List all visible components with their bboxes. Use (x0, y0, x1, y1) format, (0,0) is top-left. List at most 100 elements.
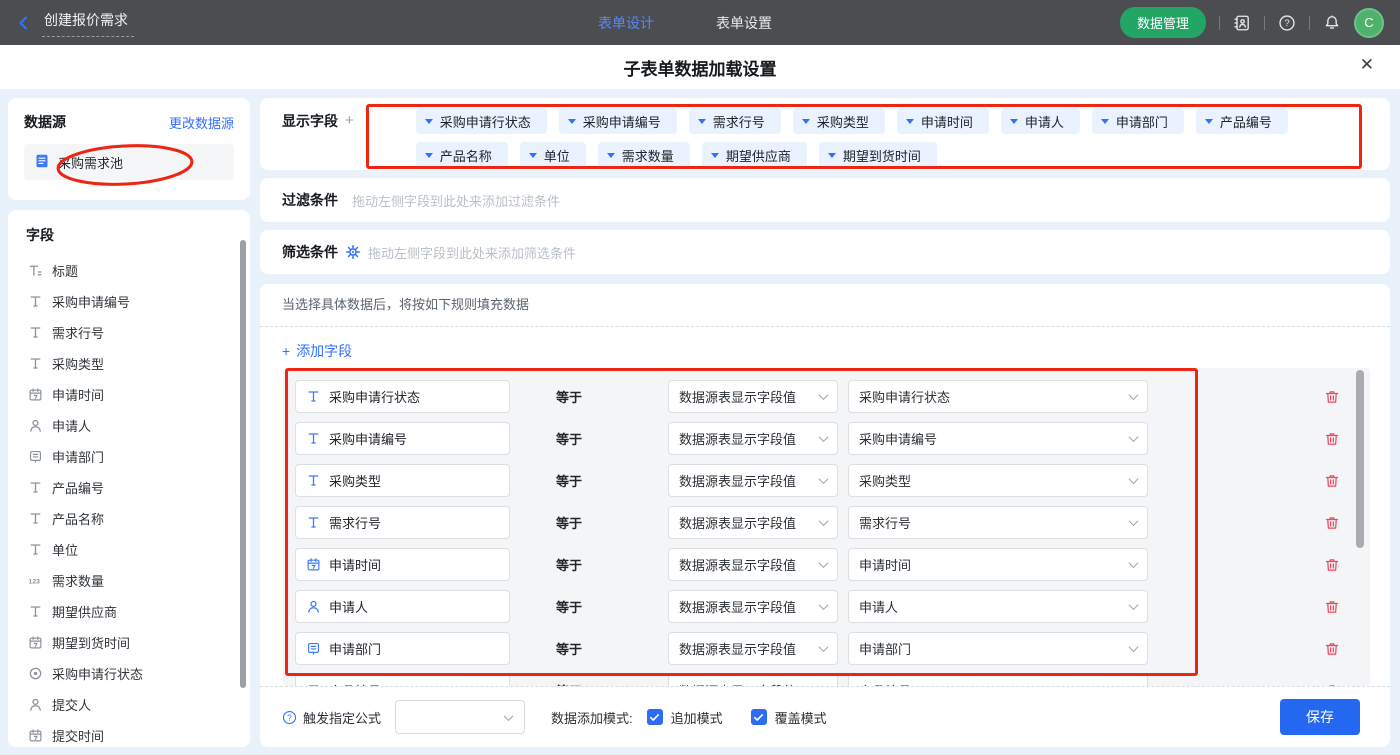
rules-scrollbar[interactable] (1356, 370, 1364, 548)
rule-target-select[interactable]: 采购申请行状态 (848, 380, 1148, 413)
append-mode-label[interactable]: 追加模式 (671, 708, 723, 727)
delete-icon[interactable] (1324, 641, 1342, 657)
delete-icon[interactable] (1324, 473, 1342, 489)
field-item[interactable]: 单位 (8, 534, 250, 565)
field-item[interactable]: 产品名称 (8, 503, 250, 534)
chevron-down-icon[interactable] (607, 153, 615, 158)
back-icon[interactable] (16, 15, 32, 31)
rule-target-select[interactable]: 申请时间 (848, 548, 1148, 581)
field-chip[interactable]: 采购申请行状态 (416, 108, 547, 134)
save-button[interactable]: 保存 (1280, 699, 1360, 735)
chevron-down-icon[interactable] (1101, 119, 1109, 124)
rule-target-select[interactable]: 需求行号 (848, 506, 1148, 539)
field-item[interactable]: 产品编号 (8, 472, 250, 503)
rule-source-select[interactable]: 数据源表显示字段值 (668, 674, 838, 686)
field-item[interactable]: 申请人 (8, 410, 250, 441)
chevron-down-icon[interactable] (1010, 119, 1018, 124)
field-item[interactable]: 采购申请编号 (8, 286, 250, 317)
data-manage-button[interactable]: 数据管理 (1120, 7, 1206, 38)
close-icon[interactable]: ✕ (1360, 55, 1374, 75)
field-chip[interactable]: 需求行号 (689, 108, 781, 134)
rule-field-box[interactable]: 申请时间 (295, 548, 510, 581)
append-mode-checkbox[interactable] (647, 709, 663, 725)
field-item[interactable]: 标题 (8, 255, 250, 286)
field-item[interactable]: 提交时间 (8, 720, 250, 747)
rule-source-select[interactable]: 数据源表显示字段值 (668, 380, 838, 413)
field-chip[interactable]: 单位 (520, 142, 586, 168)
rule-source-select[interactable]: 数据源表显示字段值 (668, 548, 838, 581)
change-datasource-link[interactable]: 更改数据源 (169, 113, 234, 132)
field-chip[interactable]: 需求数量 (598, 142, 690, 168)
field-item[interactable]: 采购类型 (8, 348, 250, 379)
delete-icon[interactable] (1324, 389, 1342, 405)
chevron-down-icon[interactable] (698, 119, 706, 124)
rule-field-box[interactable]: 采购类型 (295, 464, 510, 497)
add-field-button[interactable]: + 添加字段 (282, 341, 352, 361)
chevron-down-icon[interactable] (529, 153, 537, 158)
delete-icon[interactable] (1324, 515, 1342, 531)
rule-field-box[interactable]: 申请人 (295, 590, 510, 623)
chevron-down-icon[interactable] (425, 153, 433, 158)
help-icon[interactable]: ? (1278, 14, 1296, 32)
field-item[interactable]: 申请部门 (8, 441, 250, 472)
chevron-down-icon[interactable] (568, 119, 576, 124)
chevron-down-icon[interactable] (711, 153, 719, 158)
field-chip[interactable]: 采购类型 (793, 108, 885, 134)
svg-text:?: ? (287, 713, 292, 722)
field-chip[interactable]: 期望到货时间 (819, 142, 937, 168)
tab-form-design[interactable]: 表单设计 (598, 13, 654, 33)
gear-icon[interactable] (346, 245, 360, 259)
field-item[interactable]: 采购申请行状态 (8, 658, 250, 689)
field-item[interactable]: 需求行号 (8, 317, 250, 348)
rule-source-select[interactable]: 数据源表显示字段值 (668, 506, 838, 539)
screen-filter-dropzone[interactable]: 拖动左侧字段到此处来添加筛选条件 (368, 243, 576, 262)
rule-field-box[interactable]: 采购申请行状态 (295, 380, 510, 413)
rule-field-box[interactable]: 采购申请编号 (295, 422, 510, 455)
delete-icon[interactable] (1324, 599, 1342, 615)
rule-field-box[interactable]: 产品编号 (295, 674, 510, 686)
field-chip[interactable]: 期望供应商 (702, 142, 807, 168)
rule-target-select[interactable]: 采购申请编号 (848, 422, 1148, 455)
rule-source-select[interactable]: 数据源表显示字段值 (668, 422, 838, 455)
help-circle-icon[interactable]: ? (282, 710, 297, 725)
field-item[interactable]: 申请时间 (8, 379, 250, 410)
rule-field-box[interactable]: 申请部门 (295, 632, 510, 665)
add-display-field-icon[interactable]: + (345, 108, 354, 134)
rule-target-select[interactable]: 采购类型 (848, 464, 1148, 497)
rule-target-select[interactable]: 产品编号 (848, 674, 1148, 686)
overwrite-mode-checkbox[interactable] (751, 709, 767, 725)
chevron-down-icon[interactable] (906, 119, 914, 124)
rule-field-box[interactable]: 需求行号 (295, 506, 510, 539)
filter-dropzone[interactable]: 拖动左侧字段到此处来添加过滤条件 (352, 191, 560, 210)
chevron-down-icon[interactable] (1205, 119, 1213, 124)
field-chip[interactable]: 申请部门 (1092, 108, 1184, 134)
avatar[interactable]: C (1354, 8, 1384, 38)
field-item[interactable]: 期望供应商 (8, 596, 250, 627)
overwrite-mode-label[interactable]: 覆盖模式 (775, 708, 827, 727)
field-chip[interactable]: 申请人 (1001, 108, 1080, 134)
field-chip[interactable]: 产品名称 (416, 142, 508, 168)
tab-form-settings[interactable]: 表单设置 (716, 13, 772, 33)
field-item[interactable]: 123 需求数量 (8, 565, 250, 596)
contacts-icon[interactable] (1233, 14, 1251, 32)
field-chip[interactable]: 产品编号 (1196, 108, 1288, 134)
rule-target-select[interactable]: 申请人 (848, 590, 1148, 623)
chevron-down-icon[interactable] (802, 119, 810, 124)
rule-source-select[interactable]: 数据源表显示字段值 (668, 590, 838, 623)
field-item[interactable]: 期望到货时间 (8, 627, 250, 658)
formula-select[interactable] (395, 700, 525, 734)
field-chip[interactable]: 采购申请编号 (559, 108, 677, 134)
chevron-down-icon[interactable] (828, 153, 836, 158)
rule-target-select[interactable]: 申请部门 (848, 632, 1148, 665)
chevron-down-icon[interactable] (425, 119, 433, 124)
form-name[interactable]: 创建报价需求 (42, 8, 134, 37)
delete-icon[interactable] (1324, 557, 1342, 573)
delete-icon[interactable] (1324, 431, 1342, 447)
datasource-item[interactable]: 采购需求池 (24, 144, 234, 180)
field-chip[interactable]: 申请时间 (897, 108, 989, 134)
sidebar-scrollbar[interactable] (240, 240, 246, 688)
rule-source-select[interactable]: 数据源表显示字段值 (668, 632, 838, 665)
field-item[interactable]: 提交人 (8, 689, 250, 720)
rule-source-select[interactable]: 数据源表显示字段值 (668, 464, 838, 497)
bell-icon[interactable] (1323, 14, 1341, 32)
